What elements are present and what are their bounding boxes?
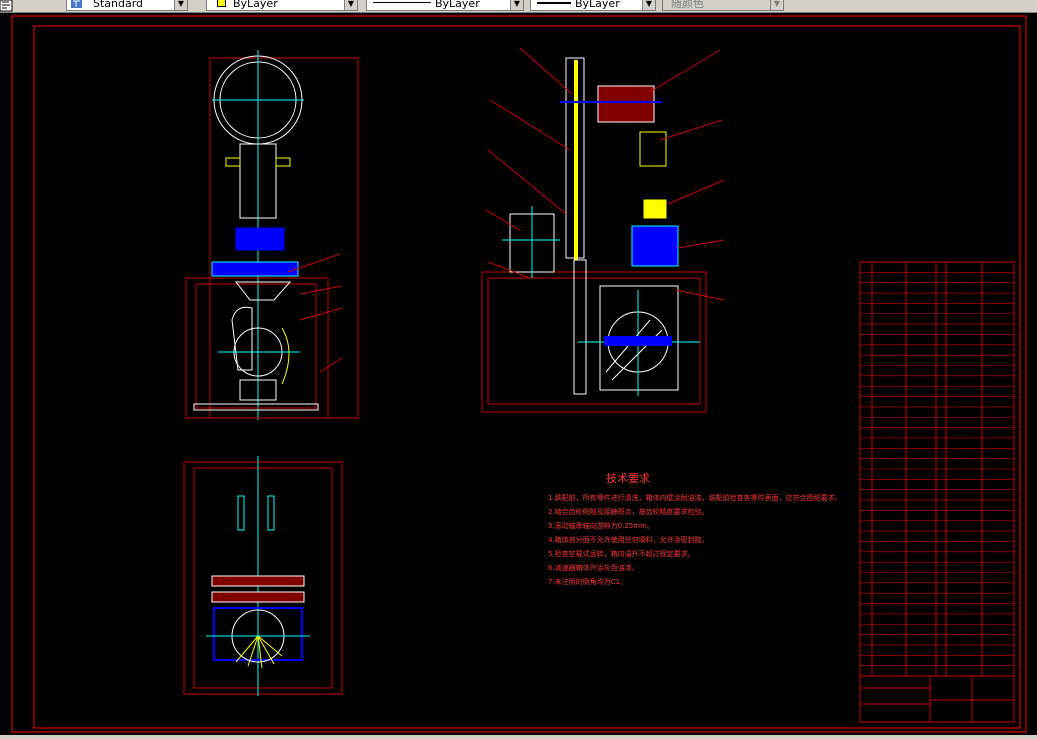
tech-note-3: 3.滚动轴承轴向游隙为0.25mm。	[548, 521, 654, 530]
bom-rows	[860, 272, 1014, 666]
chevron-down-icon[interactable]: ▼	[642, 0, 655, 10]
hopper	[234, 281, 292, 301]
slot-left	[237, 495, 245, 531]
leader-line	[487, 149, 567, 215]
layer-select[interactable]: ByLayer ▼	[206, 0, 358, 11]
motor-lug-right	[275, 157, 291, 167]
layer-color-swatch	[217, 0, 226, 7]
slot-right	[267, 495, 275, 531]
tech-note-4: 4.箱体剖分面不允许使用任何填料，允许涂密封胶。	[548, 535, 709, 544]
chevron-down-icon[interactable]: ▼	[344, 0, 357, 10]
linetype-select[interactable]: ByLayer ▼	[366, 0, 524, 11]
linetype-value: ByLayer	[435, 0, 480, 10]
leader-line	[677, 239, 725, 249]
leader-line	[299, 307, 343, 321]
text-style-value: Standard	[93, 0, 144, 10]
bearing-seat	[631, 225, 679, 267]
lineweight-preview	[537, 2, 571, 4]
stand-frame	[185, 277, 329, 419]
tech-note-1: 1.装配前，所有零件进行清洗，箱体内壁涂耐油漆，装配前检查各零件表面，应符合图纸…	[548, 493, 842, 502]
gear-spokes	[235, 635, 283, 669]
title-block	[859, 675, 1015, 723]
leader-line	[519, 47, 573, 95]
chevron-down-icon[interactable]: ▼	[510, 0, 523, 10]
mount-plate	[211, 261, 299, 277]
main-assembly-view	[481, 47, 725, 413]
leader-line	[299, 285, 343, 295]
leader-line	[649, 49, 721, 93]
linetype-preview	[373, 2, 431, 3]
housing-left	[231, 306, 253, 371]
stand-inner	[195, 283, 317, 409]
lineweight-value: ByLayer	[575, 0, 620, 10]
lineweight-select[interactable]: ByLayer ▼	[530, 0, 656, 11]
front-view-left	[185, 50, 359, 420]
pump-section-lines	[605, 319, 663, 381]
drawing-canvas[interactable]: 技术要求 1.装配前，所有零件进行清洗，箱体内壁涂耐油漆，装配前检查各零件表面，…	[0, 12, 1037, 735]
title-block-border	[859, 675, 1015, 723]
text-style-glyph-icon	[71, 0, 84, 10]
leader-line	[485, 209, 521, 231]
tech-note-6: 6.减速器箱体外涂灰色油漆。	[548, 563, 639, 572]
bearing-bar	[211, 591, 305, 603]
belt-center	[574, 60, 578, 260]
pump-shaft	[604, 336, 672, 346]
status-bar	[0, 735, 1037, 739]
coupling-upper	[639, 131, 667, 167]
bom-table	[859, 261, 1015, 677]
technical-requirements: 技术要求 1.装配前，所有零件进行清洗，箱体内壁涂耐油漆，装配前检查各零件表面，…	[548, 472, 842, 586]
coupling-lower	[643, 199, 667, 219]
tech-note-7: 7.未注明的倒角均为C1。	[548, 577, 627, 586]
upper-gearbox	[597, 85, 655, 123]
text-style-icon[interactable]	[0, 0, 13, 12]
layer-value: ByLayer	[233, 0, 278, 10]
coupling-block	[235, 227, 285, 251]
leader-line	[319, 357, 343, 373]
chevron-down-icon[interactable]: ▼	[174, 0, 187, 10]
text-style-select[interactable]: Standard ▼	[66, 0, 188, 11]
tech-title: 技术要求	[606, 472, 650, 485]
tech-note-2: 2.啮合齿轮侧隙及接触斑点，按齿轮精度要求检验。	[548, 507, 709, 516]
lower-belt	[573, 259, 587, 395]
tech-note-5: 5.检查空载试运转，箱内温升不超过规定要求。	[548, 549, 695, 558]
color-select[interactable]: 随颜色 ▼	[662, 0, 784, 11]
leader-line	[487, 261, 531, 279]
leader-line	[489, 99, 571, 151]
motor-lug-left	[225, 157, 241, 167]
chevron-down-icon[interactable]: ▼	[770, 0, 783, 10]
rotor-arc	[281, 327, 290, 385]
section-view-bottom	[183, 456, 343, 696]
leader-line	[659, 119, 723, 141]
bearing-bar	[211, 575, 305, 587]
leader-line	[667, 179, 725, 205]
base-plate	[193, 403, 319, 411]
sheet-outer-border	[11, 15, 1027, 733]
color-value: 随颜色	[671, 0, 704, 10]
